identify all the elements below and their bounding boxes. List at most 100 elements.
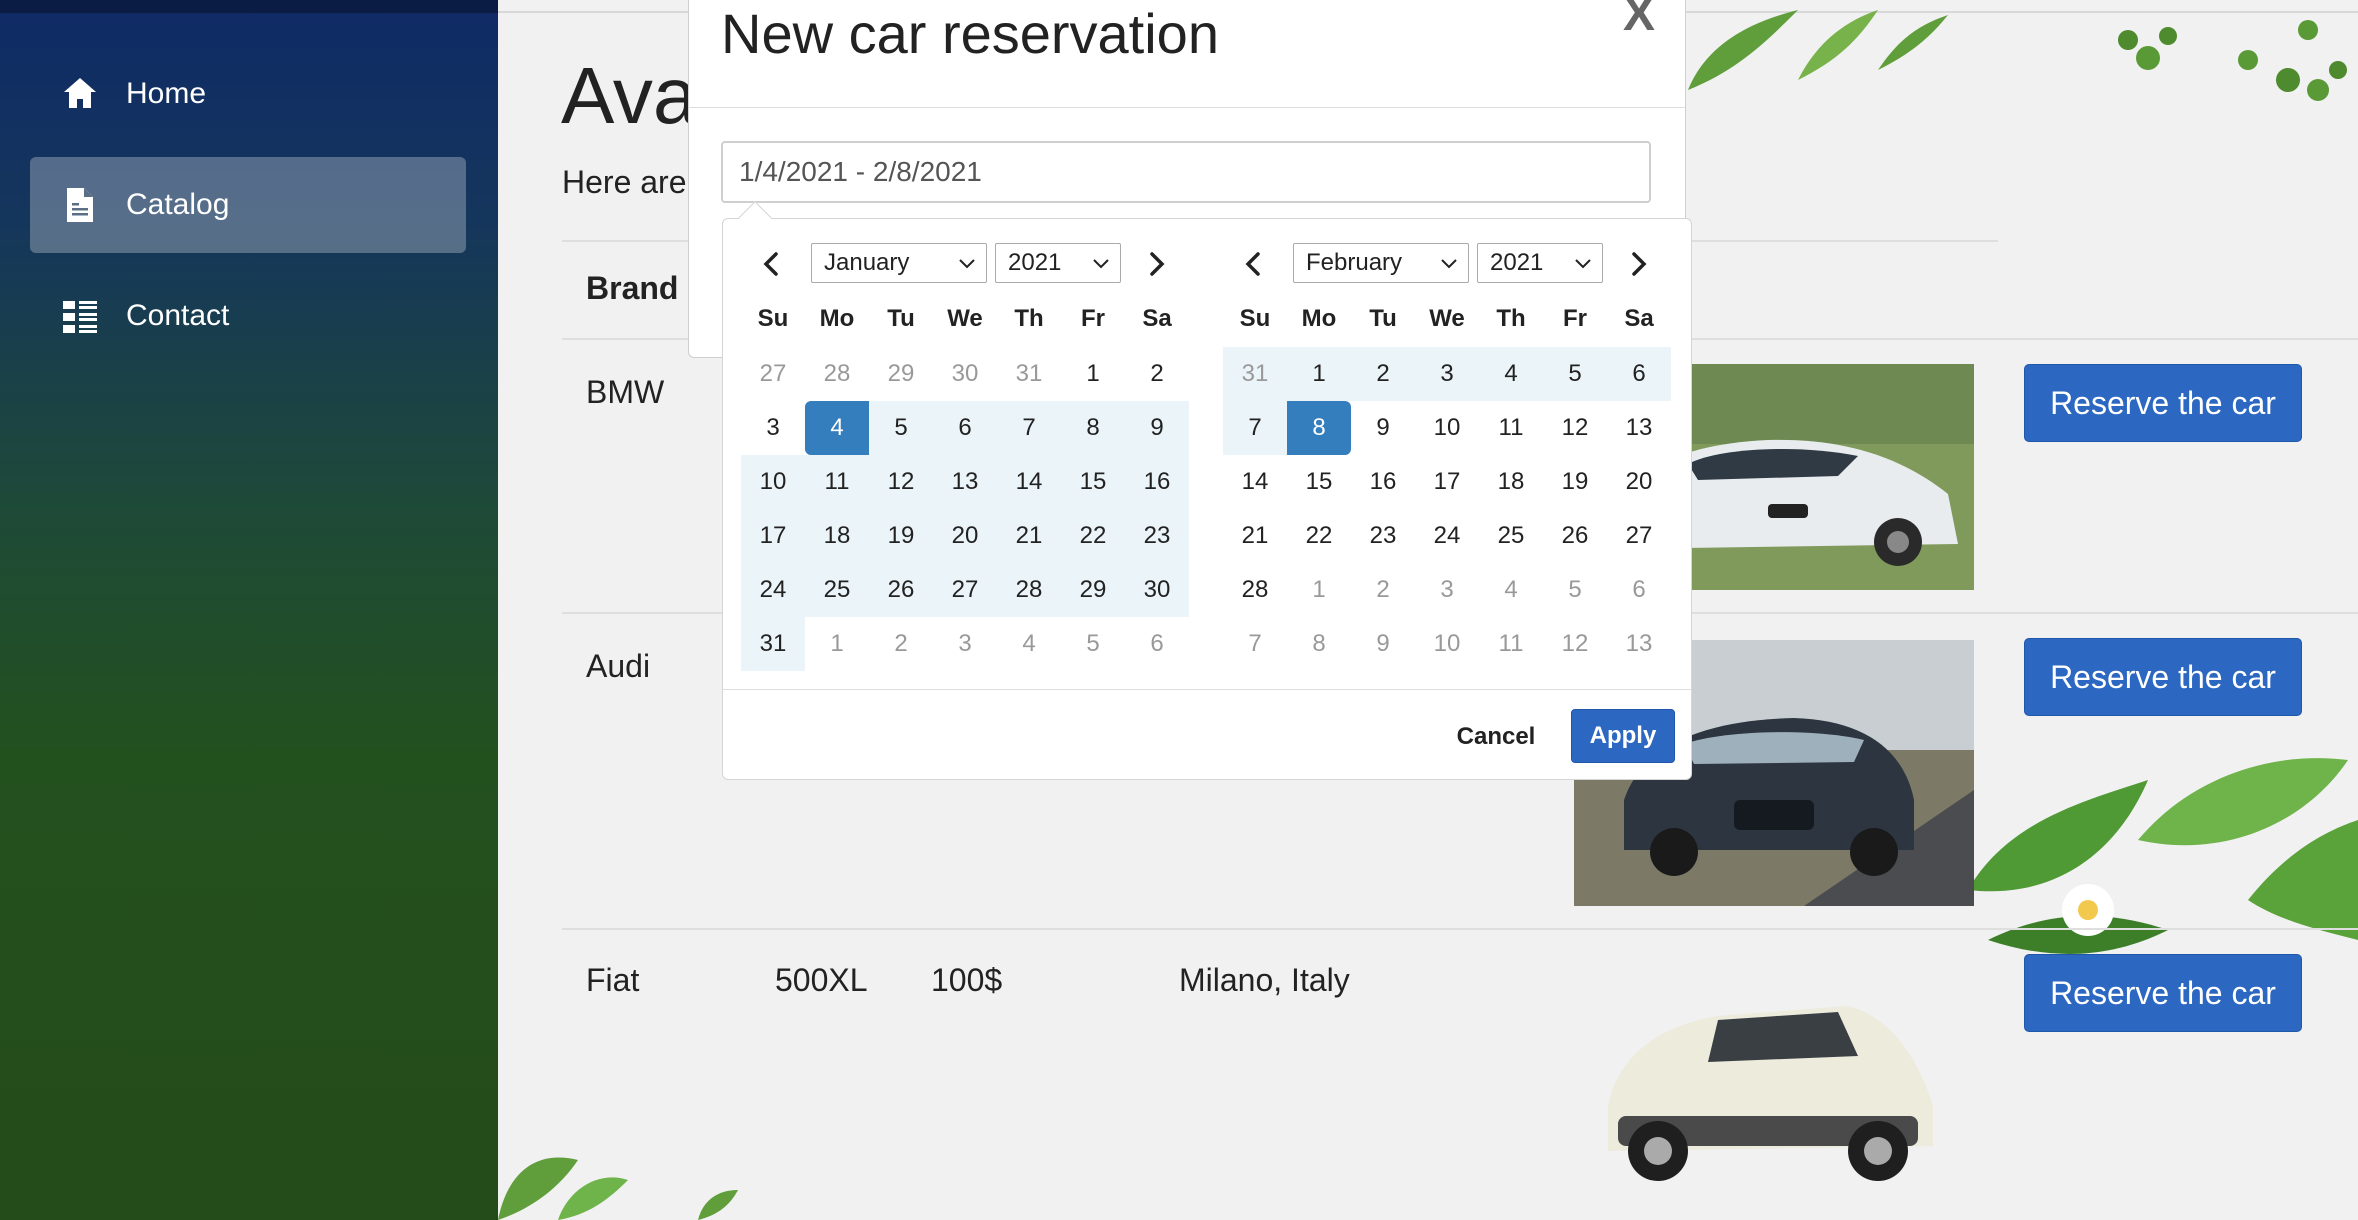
calendar-day[interactable]: 25 [1479, 509, 1543, 563]
calendar-day[interactable]: 30 [933, 347, 997, 401]
year-select[interactable]: 2021 [1477, 243, 1603, 283]
calendar-day[interactable]: 23 [1125, 509, 1189, 563]
calendar-day[interactable]: 4 [1479, 563, 1543, 617]
chevron-left-icon[interactable] [1239, 249, 1269, 279]
calendar-day[interactable]: 28 [805, 347, 869, 401]
calendar-day[interactable]: 11 [1479, 617, 1543, 671]
calendar-day[interactable]: 27 [1607, 509, 1671, 563]
calendar-day[interactable]: 6 [933, 401, 997, 455]
calendar-day[interactable]: 1 [805, 617, 869, 671]
calendar-day[interactable]: 2 [1351, 563, 1415, 617]
calendar-day[interactable]: 28 [997, 563, 1061, 617]
calendar-day[interactable]: 19 [1543, 455, 1607, 509]
calendar-day[interactable]: 10 [1415, 617, 1479, 671]
apply-button[interactable]: Apply [1571, 709, 1675, 763]
calendar-day[interactable]: 2 [869, 617, 933, 671]
calendar-day[interactable]: 13 [933, 455, 997, 509]
calendar-day[interactable]: 11 [805, 455, 869, 509]
cancel-button[interactable]: Cancel [1441, 711, 1551, 763]
calendar-day[interactable]: 15 [1287, 455, 1351, 509]
calendar-day[interactable]: 7 [1223, 401, 1287, 455]
calendar-day[interactable]: 25 [805, 563, 869, 617]
calendar-day[interactable]: 29 [869, 347, 933, 401]
calendar-day[interactable]: 6 [1607, 347, 1671, 401]
sidebar-item-catalog[interactable]: Catalog [30, 157, 466, 253]
calendar-day[interactable]: 10 [741, 455, 805, 509]
calendar-day[interactable]: 3 [1415, 563, 1479, 617]
calendar-day[interactable]: 20 [1607, 455, 1671, 509]
calendar-day[interactable]: 22 [1287, 509, 1351, 563]
calendar-day[interactable]: 31 [1223, 347, 1287, 401]
calendar-day[interactable]: 26 [869, 563, 933, 617]
calendar-day[interactable]: 31 [997, 347, 1061, 401]
calendar-day[interactable]: 5 [1543, 563, 1607, 617]
calendar-day[interactable]: 5 [1543, 347, 1607, 401]
calendar-day[interactable]: 30 [1125, 563, 1189, 617]
calendar-day[interactable]: 8 [1061, 401, 1125, 455]
calendar-day[interactable]: 21 [997, 509, 1061, 563]
calendar-day[interactable]: 18 [805, 509, 869, 563]
calendar-day[interactable]: 4 [805, 401, 869, 455]
date-range-input[interactable] [721, 141, 1651, 203]
calendar-day[interactable]: 17 [1415, 455, 1479, 509]
calendar-day[interactable]: 15 [1061, 455, 1125, 509]
chevron-right-icon[interactable] [1141, 249, 1171, 279]
calendar-day[interactable]: 7 [1223, 617, 1287, 671]
sidebar-item-contact[interactable]: Contact [30, 268, 466, 364]
calendar-day[interactable]: 22 [1061, 509, 1125, 563]
calendar-day[interactable]: 6 [1125, 617, 1189, 671]
calendar-day[interactable]: 16 [1351, 455, 1415, 509]
calendar-day[interactable]: 5 [1061, 617, 1125, 671]
chevron-left-icon[interactable] [757, 249, 787, 279]
calendar-day[interactable]: 8 [1287, 401, 1351, 455]
reserve-car-button[interactable]: Reserve the car [2024, 954, 2302, 1032]
close-icon[interactable]: X [1623, 0, 1655, 42]
calendar-day[interactable]: 12 [1543, 401, 1607, 455]
calendar-day[interactable]: 27 [741, 347, 805, 401]
calendar-day[interactable]: 9 [1351, 617, 1415, 671]
calendar-day[interactable]: 27 [933, 563, 997, 617]
calendar-day[interactable]: 13 [1607, 617, 1671, 671]
calendar-day[interactable]: 10 [1415, 401, 1479, 455]
chevron-right-icon[interactable] [1623, 249, 1653, 279]
calendar-day[interactable]: 1 [1061, 347, 1125, 401]
calendar-day[interactable]: 24 [1415, 509, 1479, 563]
reserve-car-button[interactable]: Reserve the car [2024, 364, 2302, 442]
calendar-day[interactable]: 3 [1415, 347, 1479, 401]
month-select[interactable]: January [811, 243, 987, 283]
calendar-day[interactable]: 2 [1125, 347, 1189, 401]
calendar-day[interactable]: 2 [1351, 347, 1415, 401]
month-select[interactable]: February [1293, 243, 1469, 283]
calendar-day[interactable]: 14 [997, 455, 1061, 509]
calendar-day[interactable]: 9 [1351, 401, 1415, 455]
calendar-day[interactable]: 11 [1479, 401, 1543, 455]
calendar-day[interactable]: 29 [1061, 563, 1125, 617]
reserve-car-button[interactable]: Reserve the car [2024, 638, 2302, 716]
calendar-day[interactable]: 14 [1223, 455, 1287, 509]
calendar-day[interactable]: 6 [1607, 563, 1671, 617]
calendar-day[interactable]: 24 [741, 563, 805, 617]
calendar-day[interactable]: 20 [933, 509, 997, 563]
calendar-day[interactable]: 26 [1543, 509, 1607, 563]
calendar-day[interactable]: 1 [1287, 347, 1351, 401]
calendar-day[interactable]: 21 [1223, 509, 1287, 563]
calendar-day[interactable]: 12 [869, 455, 933, 509]
calendar-day[interactable]: 1 [1287, 563, 1351, 617]
calendar-day[interactable]: 7 [997, 401, 1061, 455]
calendar-day[interactable]: 5 [869, 401, 933, 455]
calendar-day[interactable]: 4 [997, 617, 1061, 671]
calendar-day[interactable]: 8 [1287, 617, 1351, 671]
calendar-day[interactable]: 9 [1125, 401, 1189, 455]
calendar-day[interactable]: 31 [741, 617, 805, 671]
year-select[interactable]: 2021 [995, 243, 1121, 283]
sidebar-item-home[interactable]: Home [30, 46, 466, 142]
calendar-day[interactable]: 23 [1351, 509, 1415, 563]
calendar-day[interactable]: 13 [1607, 401, 1671, 455]
calendar-day[interactable]: 12 [1543, 617, 1607, 671]
calendar-day[interactable]: 4 [1479, 347, 1543, 401]
calendar-day[interactable]: 17 [741, 509, 805, 563]
calendar-day[interactable]: 28 [1223, 563, 1287, 617]
calendar-day[interactable]: 18 [1479, 455, 1543, 509]
calendar-day[interactable]: 3 [933, 617, 997, 671]
calendar-day[interactable]: 16 [1125, 455, 1189, 509]
